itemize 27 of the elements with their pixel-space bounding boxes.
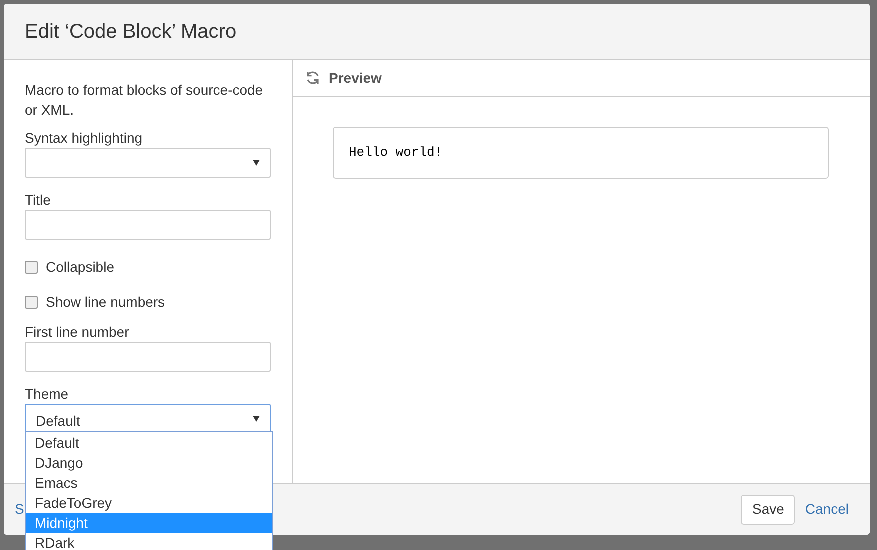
dropdown-option[interactable]: DJango [26, 453, 272, 473]
caret-icon [253, 416, 260, 422]
checkbox[interactable] [25, 261, 38, 274]
save-button[interactable]: Save [741, 494, 796, 524]
dropdown-option[interactable]: RDark [26, 533, 272, 550]
select-field[interactable] [25, 148, 271, 178]
field-label: Theme [25, 385, 70, 404]
preview-title: Preview [329, 68, 382, 88]
checkbox[interactable] [25, 296, 38, 309]
dialog-title: Edit ‘Code Block’ Macro [25, 20, 237, 44]
input-field[interactable] [25, 342, 271, 372]
dropdown-option[interactable]: FadeToGrey [26, 493, 272, 513]
field-label: First line number [25, 323, 130, 342]
select-field[interactable]: Default [25, 404, 271, 434]
dropdown-option[interactable]: Emacs [26, 473, 272, 493]
caret-icon [253, 160, 260, 166]
field-label: Title [25, 191, 52, 210]
field-label: Syntax highlighting [25, 129, 144, 148]
footer-link[interactable]: S [15, 499, 24, 520]
checkbox-label: Show line numbers [46, 293, 166, 312]
dropdown-option[interactable]: Default [26, 433, 272, 453]
cancel-link[interactable]: Cancel [805, 499, 849, 520]
input-field[interactable] [25, 210, 271, 240]
code-block: Hello world! [333, 127, 829, 179]
description: Macro to format blocks of source-code or XML. [25, 81, 264, 120]
refresh-icon[interactable] [305, 70, 321, 86]
checkbox-label: Collapsible [46, 258, 114, 277]
